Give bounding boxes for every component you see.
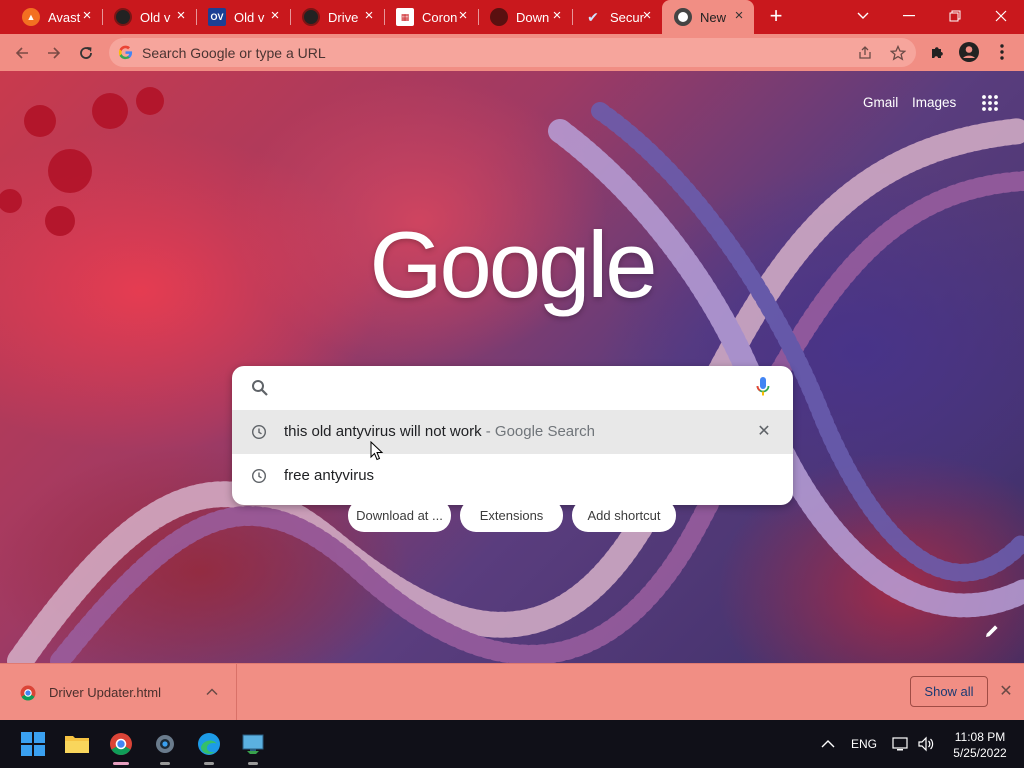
shortcut-download[interactable]: Download at ... bbox=[348, 499, 451, 532]
clock-time: 11:08 PM bbox=[954, 730, 1006, 744]
edge-browser-icon[interactable] bbox=[195, 730, 223, 765]
new-tab-page: Gmail Images Google this old antyvirus w… bbox=[0, 71, 1024, 663]
minimize-button[interactable] bbox=[886, 0, 932, 32]
address-bar-placeholder: Search Google or type a URL bbox=[142, 45, 326, 61]
running-indicator bbox=[204, 762, 214, 765]
tab-avast[interactable]: ▲ Avast × bbox=[10, 0, 103, 34]
close-download-bar-icon[interactable]: ✕ bbox=[999, 684, 1013, 700]
tab-drive[interactable]: Drive × bbox=[290, 0, 385, 34]
search-input-row[interactable] bbox=[232, 366, 793, 409]
customize-pencil-icon[interactable] bbox=[983, 622, 1001, 640]
history-clock-icon bbox=[251, 468, 267, 484]
google-logo: Google bbox=[369, 212, 657, 317]
network-icon[interactable] bbox=[892, 720, 910, 768]
close-tab-icon[interactable]: × bbox=[80, 8, 94, 23]
search-icon bbox=[252, 380, 268, 396]
address-bar[interactable]: Search Google or type a URL bbox=[109, 38, 916, 67]
history-clock-icon bbox=[251, 424, 267, 440]
remove-suggestion-icon[interactable]: ✕ bbox=[756, 424, 772, 440]
reload-button[interactable] bbox=[74, 41, 98, 65]
download-item[interactable]: Driver Updater.html bbox=[0, 664, 237, 721]
mouse-cursor-icon bbox=[370, 441, 384, 461]
suggestion-suffix: - Google Search bbox=[481, 423, 595, 440]
chrome-menu-icon[interactable] bbox=[992, 42, 1012, 62]
suggestion-query: this old antyvirus will not work bbox=[284, 423, 482, 440]
suggestion-text: this old antyvirus will not work - Googl… bbox=[284, 423, 595, 440]
suggestion-text: free antyvirus bbox=[284, 467, 374, 484]
share-icon[interactable] bbox=[857, 45, 873, 61]
tab-strip: ▲ Avast × Old v × OV Old v × Drive × ▦ C… bbox=[0, 0, 1024, 34]
close-tab-icon[interactable]: × bbox=[268, 8, 282, 23]
system-clock[interactable]: 11:08 PM 5/25/2022 bbox=[945, 729, 1015, 761]
tab-old-v-1[interactable]: Old v × bbox=[102, 0, 197, 34]
back-button[interactable] bbox=[10, 41, 34, 65]
ov-icon: OV bbox=[208, 8, 226, 26]
download-bar: Driver Updater.html Show all ✕ bbox=[0, 663, 1024, 721]
extensions-puzzle-icon[interactable] bbox=[928, 42, 948, 62]
shortcut-add[interactable]: Add shortcut bbox=[572, 499, 676, 532]
close-tab-icon[interactable]: × bbox=[362, 8, 376, 23]
file-explorer-icon[interactable] bbox=[63, 730, 91, 758]
clock-date: 5/25/2022 bbox=[953, 746, 1007, 760]
avast-icon: ▲ bbox=[22, 8, 40, 26]
remote-desktop-icon[interactable] bbox=[239, 730, 267, 765]
tab-old-v-2[interactable]: OV Old v × bbox=[196, 0, 291, 34]
check-icon: ✔ bbox=[587, 8, 599, 25]
suggestion-item[interactable]: this old antyvirus will not work - Googl… bbox=[232, 410, 793, 454]
new-tab-button[interactable]: + bbox=[764, 5, 788, 29]
chrome-icon bbox=[674, 8, 692, 26]
restore-button[interactable] bbox=[932, 0, 978, 32]
close-tab-icon[interactable]: × bbox=[640, 8, 654, 23]
tab-new-tab[interactable]: New × bbox=[662, 0, 754, 34]
calendar-icon: ▦ bbox=[396, 8, 414, 26]
globe-dark-icon bbox=[302, 8, 320, 26]
tab-secur[interactable]: ✔ Secur × bbox=[572, 0, 662, 34]
ntp-search-box[interactable]: this old antyvirus will not work - Googl… bbox=[232, 366, 793, 505]
settings-gear-icon[interactable] bbox=[151, 730, 179, 765]
running-indicator bbox=[248, 762, 258, 765]
tab-down[interactable]: Down × bbox=[478, 0, 573, 34]
suggestion-item[interactable]: free antyvirus bbox=[232, 454, 793, 498]
windows-taskbar: ENG 11:08 PM 5/25/2022 bbox=[0, 720, 1024, 768]
close-tab-icon[interactable]: × bbox=[174, 8, 188, 23]
shortcut-extensions[interactable]: Extensions bbox=[460, 499, 563, 532]
tab-search-chevron-icon[interactable] bbox=[840, 0, 886, 32]
show-hidden-icons-chevron[interactable] bbox=[821, 720, 835, 768]
forward-button[interactable] bbox=[42, 41, 66, 65]
bookmark-star-icon[interactable] bbox=[890, 45, 906, 61]
close-window-button[interactable] bbox=[978, 0, 1024, 32]
close-tab-icon[interactable]: × bbox=[456, 8, 470, 23]
google-g-icon bbox=[118, 45, 133, 60]
browser-toolbar: Search Google or type a URL bbox=[0, 34, 1024, 71]
download-filename: Driver Updater.html bbox=[49, 685, 161, 700]
active-indicator bbox=[113, 762, 129, 765]
images-link[interactable]: Images bbox=[912, 95, 956, 110]
close-tab-icon[interactable]: × bbox=[550, 8, 564, 23]
input-language[interactable]: ENG bbox=[851, 720, 877, 768]
chevron-up-icon[interactable] bbox=[205, 685, 219, 699]
show-all-downloads-button[interactable]: Show all bbox=[910, 676, 988, 707]
gmail-link[interactable]: Gmail bbox=[863, 95, 898, 110]
github-icon bbox=[490, 8, 508, 26]
chrome-taskbar-icon[interactable] bbox=[107, 730, 135, 765]
volume-speaker-icon[interactable] bbox=[917, 720, 935, 768]
profile-avatar-icon[interactable] bbox=[959, 42, 979, 62]
globe-dark-icon bbox=[114, 8, 132, 26]
close-tab-icon[interactable]: × bbox=[732, 8, 746, 23]
chrome-file-icon bbox=[20, 685, 36, 701]
tab-coron[interactable]: ▦ Coron × bbox=[384, 0, 479, 34]
voice-search-mic-icon[interactable] bbox=[756, 377, 770, 397]
windows-start-icon[interactable] bbox=[19, 730, 47, 758]
google-apps-grid-icon[interactable] bbox=[981, 94, 999, 112]
running-indicator bbox=[160, 762, 170, 765]
suggestion-query: free antyvirus bbox=[284, 467, 375, 484]
